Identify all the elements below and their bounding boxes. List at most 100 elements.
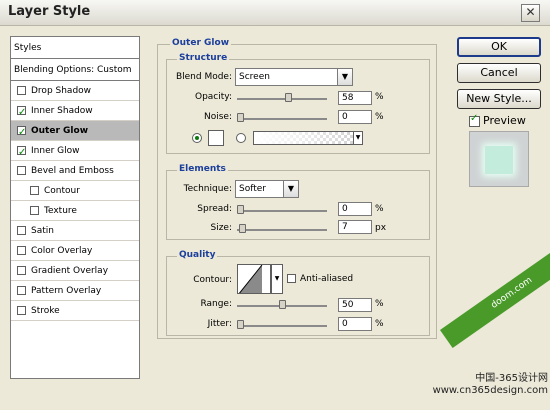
size-slider[interactable] [237, 224, 327, 233]
range-input[interactable]: 50 [338, 298, 372, 312]
sidebar-item-checkbox[interactable] [17, 266, 26, 275]
size-unit: px [375, 223, 387, 233]
new-style-button[interactable]: New Style... [457, 89, 541, 109]
preview-label: Preview [483, 114, 526, 127]
style-preview-thumbnail [469, 131, 529, 187]
sidebar-item-label: Contour [44, 186, 80, 196]
preview-swatch [485, 146, 513, 174]
gradient-radio[interactable] [236, 133, 246, 143]
blend-mode-label: Blend Mode: [175, 72, 232, 82]
contour-label: Contour: [193, 275, 232, 285]
sidebar-item-gradient-overlay[interactable]: Gradient Overlay [11, 261, 139, 281]
styles-header[interactable]: Styles [11, 37, 139, 59]
size-slider-thumb[interactable] [239, 224, 247, 233]
blending-options-label: Blending Options: Custom [14, 65, 132, 75]
noise-value: 0 [342, 112, 348, 122]
blending-options-item[interactable]: Blending Options: Custom [11, 59, 139, 81]
noise-input[interactable]: 0 [338, 110, 372, 124]
spread-label: Spread: [197, 204, 232, 214]
sidebar-item-checkbox[interactable] [17, 166, 26, 175]
sidebar-item-checkbox[interactable] [17, 306, 26, 315]
blend-mode-value: Screen [239, 72, 270, 82]
close-button[interactable]: ✕ [521, 4, 540, 22]
sidebar-item-checkbox[interactable] [17, 103, 26, 123]
jitter-label: Jitter: [207, 319, 232, 329]
sidebar-item-texture[interactable]: Texture [11, 201, 139, 221]
styles-list: Styles Blending Options: Custom Drop Sha… [10, 36, 140, 379]
technique-select[interactable]: Softer ▼ [235, 180, 299, 198]
range-value: 50 [342, 300, 354, 310]
blend-mode-select[interactable]: Screen ▼ [235, 68, 353, 86]
glow-gradient-picker[interactable]: ▼ [253, 131, 363, 145]
watermark-banner: doom.com [440, 238, 550, 349]
spread-input[interactable]: 0 [338, 202, 372, 216]
spread-slider-thumb[interactable] [237, 205, 244, 214]
contour-chevron-down-icon[interactable]: ▼ [271, 264, 283, 294]
sidebar-item-label: Texture [44, 206, 77, 216]
sidebar-item-color-overlay[interactable]: Color Overlay [11, 241, 139, 261]
sidebar-item-checkbox[interactable] [17, 226, 26, 235]
noise-unit: % [375, 112, 384, 122]
spread-unit: % [375, 204, 384, 214]
sidebar-item-checkbox[interactable] [17, 86, 26, 95]
outer-glow-title: Outer Glow [170, 38, 232, 48]
size-input[interactable]: 7 [338, 220, 372, 234]
sidebar-item-outer-glow[interactable]: Outer Glow [11, 121, 139, 143]
sidebar-item-inner-glow[interactable]: Inner Glow [11, 141, 139, 163]
ok-button[interactable]: OK [457, 37, 541, 57]
anti-aliased-checkbox[interactable] [287, 274, 296, 283]
sidebar-item-stroke[interactable]: Stroke [11, 301, 139, 321]
anti-aliased-label: Anti-aliased [300, 274, 354, 284]
color-radio[interactable] [192, 133, 202, 143]
opacity-input[interactable]: 58 [338, 91, 372, 105]
sidebar-item-checkbox[interactable] [17, 246, 26, 255]
elements-title: Elements [177, 164, 228, 174]
opacity-slider-thumb[interactable] [285, 93, 293, 102]
site-watermark: 中国-365设计网 www.cn365design.com [408, 373, 548, 397]
sidebar-item-label: Drop Shadow [31, 86, 92, 96]
sidebar-item-inner-shadow[interactable]: Inner Shadow [11, 101, 139, 123]
quality-title: Quality [177, 250, 218, 260]
radio-dot-icon [195, 136, 199, 140]
sidebar-item-checkbox[interactable] [17, 286, 26, 295]
sidebar-item-pattern-overlay[interactable]: Pattern Overlay [11, 281, 139, 301]
jitter-slider[interactable] [237, 320, 327, 329]
watermark-line2: www.cn365design.com [432, 385, 548, 396]
sidebar-item-checkbox[interactable] [17, 123, 26, 143]
opacity-label: Opacity: [195, 92, 232, 102]
contour-picker[interactable] [237, 264, 271, 294]
styles-header-label: Styles [14, 43, 42, 53]
sidebar-item-satin[interactable]: Satin [11, 221, 139, 241]
sidebar-item-drop-shadow[interactable]: Drop Shadow [11, 81, 139, 101]
sidebar-item-contour[interactable]: Contour [11, 181, 139, 201]
chevron-down-icon: ▼ [283, 181, 298, 197]
sidebar-item-bevel-and-emboss[interactable]: Bevel and Emboss [11, 161, 139, 181]
jitter-input[interactable]: 0 [338, 317, 372, 331]
preview-checkbox[interactable] [469, 113, 480, 127]
range-slider[interactable] [237, 300, 327, 309]
opacity-slider[interactable] [237, 93, 327, 102]
range-slider-thumb[interactable] [278, 300, 286, 309]
structure-title: Structure [177, 53, 230, 63]
noise-slider[interactable] [237, 113, 327, 122]
spread-value: 0 [342, 204, 348, 214]
sidebar-item-checkbox[interactable] [17, 143, 26, 163]
spread-slider[interactable] [237, 205, 327, 214]
sidebar-item-label: Satin [31, 226, 54, 236]
noise-slider-thumb[interactable] [237, 113, 244, 122]
jitter-unit: % [375, 319, 384, 329]
technique-value: Softer [239, 184, 266, 194]
sidebar-item-label: Inner Glow [31, 146, 80, 156]
sidebar-item-label: Color Overlay [31, 246, 93, 256]
sidebar-item-checkbox[interactable] [30, 186, 39, 195]
glow-color-swatch[interactable] [208, 130, 224, 146]
gradient-chevron-down-icon: ▼ [353, 131, 363, 145]
sidebar-item-checkbox[interactable] [30, 206, 39, 215]
watermark-banner-text: doom.com [489, 275, 535, 311]
sidebar-item-label: Bevel and Emboss [31, 166, 114, 176]
title-bar: Layer Style ✕ [0, 0, 550, 26]
cancel-button[interactable]: Cancel [457, 63, 541, 83]
sidebar-item-label: Stroke [31, 306, 60, 316]
jitter-slider-thumb[interactable] [237, 320, 244, 329]
contour-curve-icon [238, 265, 263, 293]
